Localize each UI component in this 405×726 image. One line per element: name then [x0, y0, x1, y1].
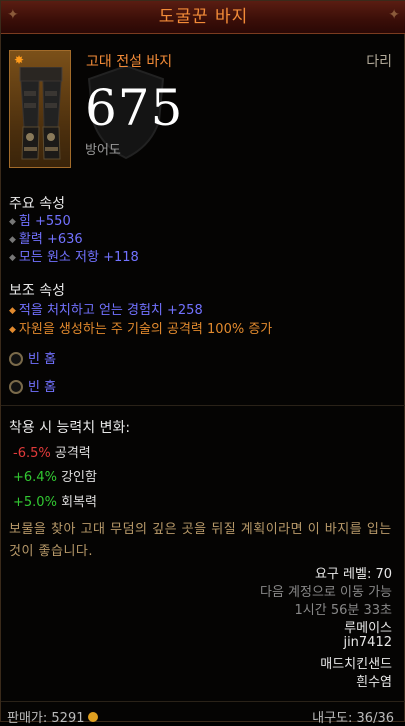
required-level: 요구 레벨: 70 — [314, 567, 392, 582]
item-slot: 다리 — [366, 54, 392, 70]
stat-change-row: +6.4% 강인함 — [13, 470, 97, 485]
flavor-text: 보물을 찾아 고대 무덤의 깊은 곳을 뒤질 계획이라면 이 바지를 입는 것이… — [9, 522, 392, 559]
divider — [1, 701, 405, 702]
diamond-bullet-icon: ◆ — [9, 306, 16, 316]
pants-icon — [19, 67, 63, 160]
ancient-star-icon: ✸ — [14, 53, 25, 67]
sell-price: 판매가: 5291 — [7, 707, 98, 726]
item-icon-frame: ✸ — [9, 50, 71, 168]
eligible-player: jin7412 — [343, 635, 392, 650]
corner-ornament-icon: ✦ — [7, 7, 19, 23]
stat-change-row: +5.0% 회복력 — [13, 495, 97, 510]
socket-ring-icon — [9, 352, 23, 366]
stat-change-row: -6.5% 공격력 — [13, 446, 91, 461]
title-bar: ✦ 도굴꾼 바지 ✦ — [1, 1, 405, 34]
diamond-bullet-icon: ◆ — [9, 217, 16, 227]
divider — [1, 405, 405, 406]
footer-row: 판매가: 5291 내구도: 36/36 — [1, 707, 405, 726]
primary-stat: ◆ 힘 +550 — [9, 214, 71, 229]
item-title: 도굴꾼 바지 — [158, 7, 249, 27]
armor-value: 675 — [85, 79, 184, 137]
eligible-player: 흰수염 — [356, 675, 392, 690]
primary-stat: ◆ 활력 +636 — [9, 232, 83, 247]
armor-label: 방어도 — [85, 143, 121, 158]
empty-socket: 빈 홈 — [9, 376, 56, 395]
item-rarity-type: 고대 전설 바지 — [86, 54, 173, 70]
stat-changes-heading: 착용 시 능력치 변화: — [9, 420, 131, 436]
durability: 내구도: 36/36 — [312, 711, 394, 726]
primary-stat: ◆ 모든 원소 저항 +118 — [9, 250, 139, 265]
item-tooltip: ✦ 도굴꾼 바지 ✦ ✸ 고대 전설 바지 다리 675 방어도 주요 속성 ◆… — [0, 0, 405, 726]
eligible-player: 루메이스 — [344, 621, 392, 636]
account-transfer-note: 다음 계정으로 이동 가능 — [260, 585, 392, 600]
secondary-stat-legendary: ◆ 자원을 생성하는 주 기술의 공격력 100% 증가 — [9, 322, 273, 337]
transfer-timer: 1시간 56분 33초 — [294, 603, 392, 618]
diamond-bullet-icon: ◆ — [9, 235, 16, 245]
eligible-player: 매드치킨샌드 — [320, 657, 392, 672]
empty-socket: 빈 홈 — [9, 348, 56, 367]
corner-ornament-icon: ✦ — [388, 7, 400, 23]
diamond-bullet-icon: ◆ — [9, 325, 16, 335]
secondary-heading: 보조 속성 — [9, 283, 65, 299]
secondary-stat: ◆ 적을 처치하고 얻는 경험치 +258 — [9, 303, 203, 318]
gold-coin-icon — [87, 712, 98, 722]
socket-ring-icon — [9, 380, 23, 394]
diamond-bullet-icon: ◆ — [9, 253, 16, 263]
